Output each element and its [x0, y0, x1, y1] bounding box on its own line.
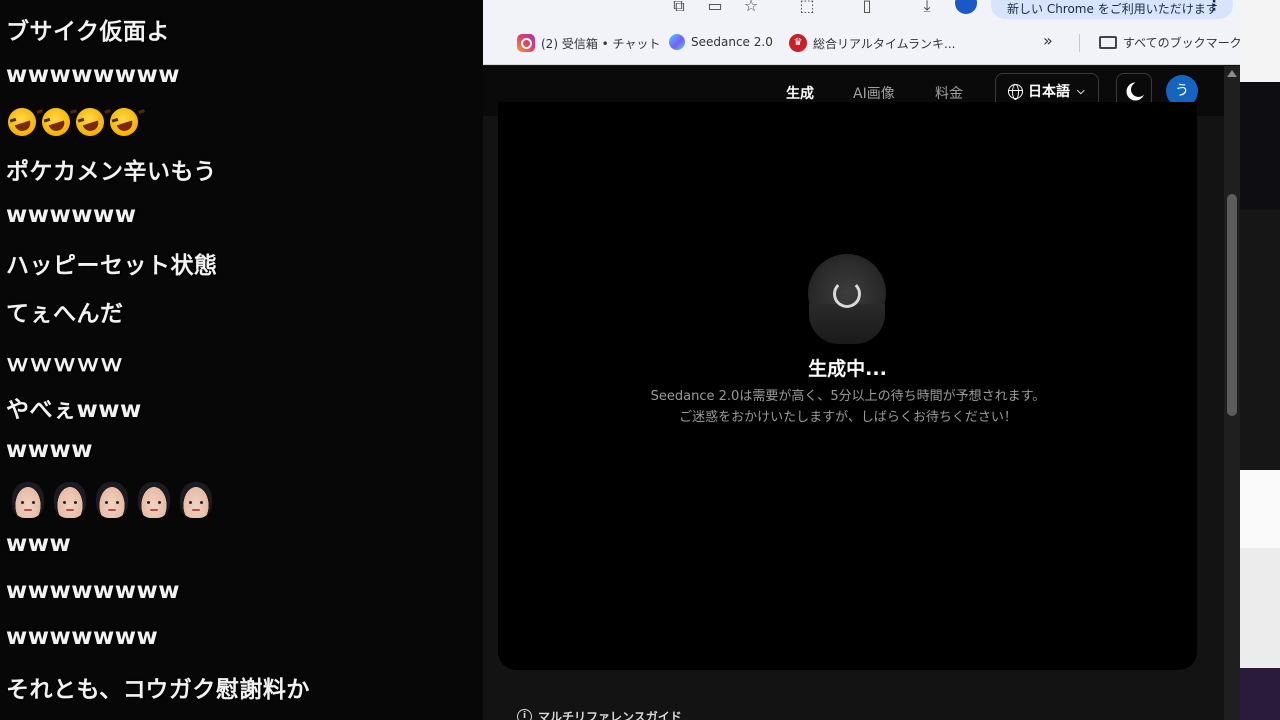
face-stamp	[138, 482, 170, 518]
generation-status-title: 生成中...	[808, 358, 887, 380]
bookmark-ranking[interactable]: ♛ 総合リアルタイムランキ...	[789, 34, 955, 52]
comment-line: www	[6, 531, 72, 557]
profile-avatar[interactable]	[955, 0, 977, 14]
comment-line: wwwwwww	[6, 624, 159, 650]
bookmark-star-icon[interactable]: ☆	[741, 0, 761, 14]
comment-line: それとも、コウガク慰謝料か	[6, 677, 310, 703]
rolling-laughing-emoji	[4, 104, 40, 140]
browser-toolbar: ⧉ ▭ ☆ ⬚ ▯ ⤓ 新しい Chrome をご利用いただけます ⋮	[483, 0, 1240, 22]
comment-line: ブサイク仮面よ	[6, 19, 171, 45]
all-bookmarks-label: すべてのブックマーク	[1123, 36, 1240, 50]
face-stamp	[12, 482, 44, 518]
face-stamp	[54, 482, 86, 518]
comment-line: ハッピーセット状態	[6, 253, 218, 279]
moon-icon	[1131, 82, 1146, 97]
comment-line: wwwwwwww	[6, 62, 180, 88]
info-icon: i	[517, 709, 532, 720]
generation-panel: 生成中... Seedance 2.0は需要が高く、5分以上の待ち時間が予想され…	[498, 102, 1197, 670]
face-stamp	[180, 482, 212, 518]
guide-label: マルチリファレンスガイド	[538, 710, 682, 720]
seedance-page: 生成 AI画像 料金 日本語 ⌵ う 生成中... Seedance 2.0は需…	[483, 66, 1224, 720]
comment-line: ポケカメン辛いもう	[6, 159, 217, 185]
face-stamp	[96, 482, 128, 518]
chrome-update-label: 新しい Chrome をご利用いただけます	[1007, 2, 1218, 16]
globe-icon	[1008, 83, 1023, 100]
comment-line: ｗｗｗｗｗ	[6, 351, 124, 377]
translate-icon[interactable]: ⧉	[669, 0, 689, 14]
download-icon[interactable]: ⤓	[917, 0, 937, 14]
chrome-update-button[interactable]: 新しい Chrome をご利用いただけます ⋮	[991, 0, 1233, 19]
background-window	[1240, 0, 1280, 720]
loading-spinner-icon	[833, 280, 861, 308]
comment-emoji-row	[4, 104, 142, 140]
nav-pricing[interactable]: 料金	[935, 83, 963, 103]
rolling-laughing-emoji	[72, 104, 108, 140]
scroll-up-arrow-icon[interactable]	[1227, 70, 1237, 77]
comment-stamp-row	[12, 482, 220, 518]
background-window-top	[1240, 0, 1280, 82]
background-thumbnail	[1240, 668, 1280, 720]
install-icon[interactable]: ▭	[705, 0, 725, 14]
bookmark-seedance[interactable]: Seedance 2.0	[669, 34, 773, 50]
background-video-area	[1240, 210, 1280, 470]
rolling-laughing-emoji	[38, 104, 74, 140]
bookmarks-overflow-button[interactable]: »	[1043, 31, 1053, 50]
menu-kebab-icon[interactable]: ⋮	[1207, 0, 1221, 14]
rolling-laughing-emoji	[106, 104, 142, 140]
chevron-down-icon: ⌵	[1077, 85, 1085, 97]
nav-generate[interactable]: 生成	[786, 83, 814, 103]
multi-reference-guide[interactable]: i マルチリファレンスガイド	[517, 708, 682, 720]
bookmarks-bar: (2) 受信箱 • チャット Seedance 2.0 ♛ 総合リアルタイムラン…	[483, 22, 1240, 65]
bookmark-label: (2) 受信箱 • チャット	[541, 36, 661, 51]
language-label: 日本語	[1028, 84, 1070, 100]
bookmark-label: Seedance 2.0	[691, 35, 773, 49]
loading-indicator	[808, 254, 886, 344]
instagram-icon	[517, 34, 535, 52]
all-bookmarks-button[interactable]: すべてのブックマーク	[1099, 34, 1240, 51]
comment-line: wwww	[6, 437, 93, 463]
extensions-icon[interactable]: ⬚	[797, 0, 817, 14]
background-thumbnail	[1240, 82, 1280, 210]
comment-overlay: ブサイク仮面よ wwwwwwww ポケカメン辛いもう wwwwww ハッピーセッ…	[0, 0, 483, 720]
background-panel	[1240, 470, 1280, 548]
ranking-icon: ♛	[789, 34, 807, 52]
folder-icon	[1099, 36, 1117, 49]
browser-window: ⧉ ▭ ☆ ⬚ ▯ ⤓ 新しい Chrome をご利用いただけます ⋮ (2) …	[483, 0, 1240, 720]
bookmark-label: 総合リアルタイムランキ...	[813, 36, 956, 51]
seedance-icon	[669, 34, 685, 50]
comment-line: wwwwwwww	[6, 578, 180, 604]
comment-line: wwwwww	[6, 202, 137, 228]
scrollbar-thumb[interactable]	[1227, 194, 1237, 416]
nav-ai-image[interactable]: AI画像	[853, 83, 895, 103]
comment-line: やべぇwww	[6, 397, 142, 423]
background-panel	[1240, 548, 1280, 668]
page-scrollbar[interactable]	[1224, 66, 1240, 720]
delete-icon[interactable]: ▯	[857, 0, 877, 14]
bookmarks-divider	[1079, 34, 1080, 52]
generation-status-message: Seedance 2.0は需要が高く、5分以上の待ち時間が予想されます。ご迷惑を…	[650, 389, 1046, 425]
bookmark-instagram[interactable]: (2) 受信箱 • チャット	[517, 34, 660, 52]
comment-line: てぇへんだ	[6, 301, 124, 327]
